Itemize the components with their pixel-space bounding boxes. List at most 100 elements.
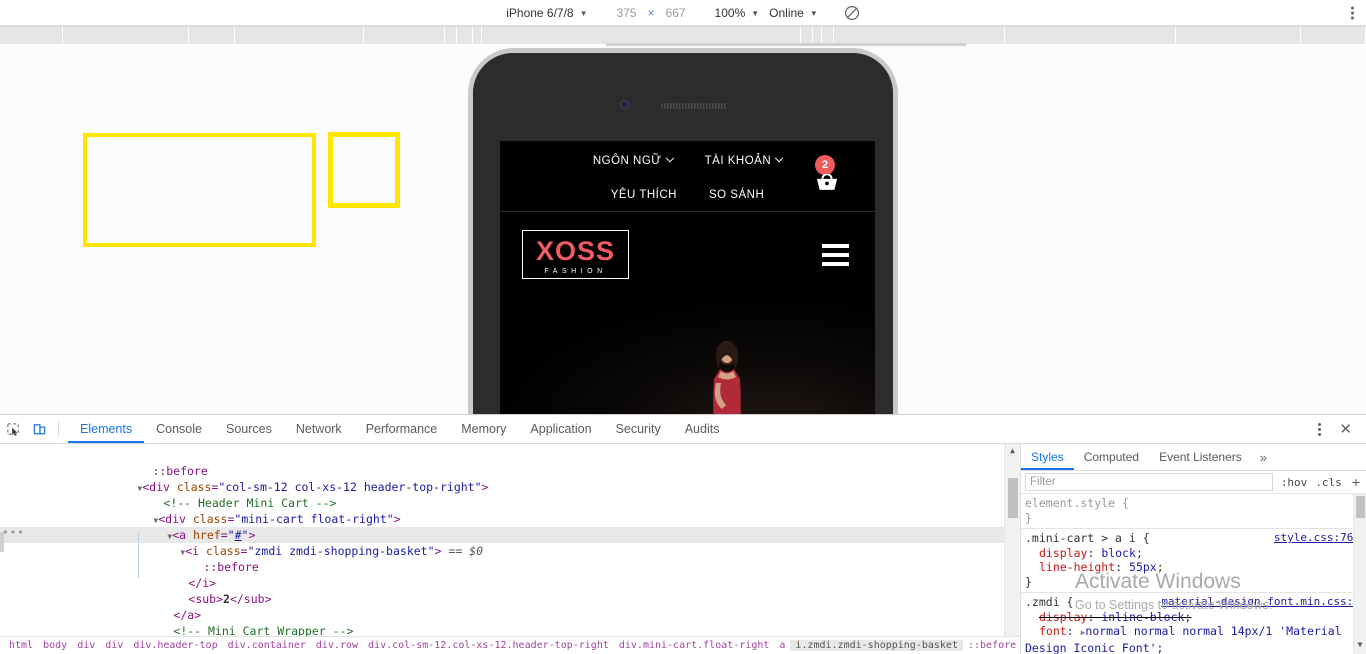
breadcrumb-item-container[interactable]: div.container bbox=[223, 640, 311, 651]
viewport-height-input[interactable]: 667 bbox=[659, 6, 693, 20]
hamburger-menu-icon[interactable] bbox=[818, 240, 853, 270]
tab-memory[interactable]: Memory bbox=[449, 415, 518, 443]
style-rule-element-style[interactable]: element.style { } bbox=[1021, 494, 1366, 529]
breadcrumb-item-div-1[interactable]: div bbox=[72, 640, 100, 651]
chevron-double-right-icon[interactable]: » bbox=[1252, 450, 1275, 465]
styles-rules-list[interactable]: element.style { } .mini-cart > a i { sty… bbox=[1021, 494, 1366, 654]
ruler-segment[interactable] bbox=[1175, 26, 1302, 44]
styles-scrollbar[interactable]: ▲ ▼ bbox=[1353, 494, 1366, 654]
tab-performance[interactable]: Performance bbox=[354, 415, 450, 443]
declaration[interactable]: font: ▶normal normal normal 14px/1 'Mate… bbox=[1025, 624, 1366, 654]
hero-banner bbox=[500, 301, 875, 414]
filter-input[interactable] bbox=[1025, 473, 1273, 491]
rule-source-link[interactable]: material-design.font.min.css:1 bbox=[1161, 595, 1360, 610]
tab-network[interactable]: Network bbox=[284, 415, 354, 443]
hov-toggle[interactable]: :hov bbox=[1281, 476, 1308, 489]
ruler-segment[interactable] bbox=[472, 26, 483, 44]
dom-row[interactable]: ::before bbox=[0, 447, 1020, 478]
breakpoint-ruler[interactable] bbox=[0, 26, 1366, 46]
tab-styles[interactable]: Styles bbox=[1021, 444, 1074, 470]
link-so-sanh[interactable]: SO SÁNH bbox=[709, 189, 764, 201]
ruler-segment[interactable] bbox=[62, 26, 190, 44]
tab-security[interactable]: Security bbox=[604, 415, 673, 443]
device-toolbar-menu-button[interactable] bbox=[1347, 2, 1358, 23]
tab-computed[interactable]: Computed bbox=[1074, 444, 1149, 470]
device-toolbar-icon[interactable] bbox=[26, 416, 52, 442]
toolbar-divider bbox=[58, 421, 59, 437]
declaration[interactable]: line-height: 55px; bbox=[1025, 560, 1366, 575]
declaration-disabled[interactable]: display: inline-block; bbox=[1025, 610, 1366, 625]
tab-elements[interactable]: Elements bbox=[68, 415, 144, 443]
breadcrumb-item-before[interactable]: ::before bbox=[963, 640, 1020, 651]
scrollbar-thumb[interactable] bbox=[1356, 496, 1365, 518]
bar-1 bbox=[822, 243, 849, 248]
ruler-segment[interactable] bbox=[1005, 26, 1176, 44]
scroll-up-icon[interactable]: ▲ bbox=[1010, 446, 1015, 455]
close-icon[interactable]: ✕ bbox=[1331, 418, 1360, 440]
dom-href-value[interactable]: # bbox=[235, 528, 242, 542]
dom-tree-pane[interactable]: ••• ::before ▼<div class="col-sm-12 col-… bbox=[0, 444, 1020, 654]
link-label: TÀI KHOẢN bbox=[704, 155, 772, 167]
device-name: iPhone 6/7/8 bbox=[506, 5, 574, 20]
style-rule-zmdi[interactable]: .zmdi { material-design.font.min.css:1 d… bbox=[1021, 593, 1366, 654]
mute-switch bbox=[468, 213, 472, 237]
ruler-segment[interactable] bbox=[444, 26, 458, 44]
declaration[interactable]: display: block; bbox=[1025, 546, 1366, 561]
link-yeu-thich[interactable]: YÊU THÍCH bbox=[611, 189, 677, 201]
ruler-segment[interactable] bbox=[800, 26, 814, 44]
ruler-segment[interactable] bbox=[1301, 26, 1366, 44]
link-tai-khoan[interactable]: TÀI KHOẢN bbox=[704, 153, 784, 167]
ruler-segment[interactable] bbox=[457, 26, 473, 44]
dot-2 bbox=[1351, 11, 1354, 14]
shopping-basket-icon bbox=[816, 174, 838, 190]
viewport-width-input[interactable]: 375 bbox=[610, 6, 644, 20]
logo-row: XOSS FASHION bbox=[500, 212, 875, 301]
inspect-element-icon[interactable] bbox=[0, 416, 26, 442]
new-style-rule-button[interactable]: + bbox=[1350, 474, 1362, 490]
scroll-down-icon[interactable]: ▼ bbox=[1358, 638, 1363, 653]
ruler-segment[interactable] bbox=[363, 26, 445, 44]
breadcrumb-item-mini-cart[interactable]: div.mini-cart.float-right bbox=[614, 640, 775, 651]
tab-sources[interactable]: Sources bbox=[214, 415, 284, 443]
ruler-segment[interactable] bbox=[235, 26, 364, 44]
throttling-selector[interactable]: Online ▼ bbox=[769, 6, 818, 20]
devtools-menu-button[interactable] bbox=[1312, 417, 1327, 442]
ruler-segment[interactable] bbox=[0, 26, 63, 44]
styles-tabbar: Styles Computed Event Listeners » bbox=[1021, 444, 1366, 471]
chevron-down-icon: ▼ bbox=[809, 9, 818, 18]
breadcrumb-item-a[interactable]: a bbox=[774, 640, 790, 651]
zoom-selector[interactable]: 100% ▼ bbox=[715, 6, 760, 20]
tab-console[interactable]: Console bbox=[144, 415, 214, 443]
ruler-segment[interactable] bbox=[821, 26, 834, 44]
rotate-icon[interactable] bbox=[844, 5, 860, 21]
ruler-segment[interactable] bbox=[813, 26, 822, 44]
breadcrumb-item-selected[interactable]: i.zmdi.zmdi-shopping-basket bbox=[790, 640, 963, 651]
mini-cart-button[interactable]: 2 bbox=[803, 155, 849, 211]
style-rule-mini-cart[interactable]: .mini-cart > a i { style.css:767 display… bbox=[1021, 529, 1366, 593]
breadcrumb-item-html[interactable]: html bbox=[4, 640, 38, 651]
volume-down-button bbox=[468, 309, 472, 353]
ruler-segment[interactable] bbox=[482, 26, 801, 44]
dot-1 bbox=[1351, 6, 1354, 9]
dom-attr-value: col-sm-12 col-xs-12 header-top-right bbox=[225, 480, 475, 494]
scrollbar-thumb[interactable] bbox=[1008, 478, 1018, 518]
breadcrumb-item-row[interactable]: div.row bbox=[311, 640, 363, 651]
dom-scrollbar[interactable]: ▲ ▼ bbox=[1004, 444, 1020, 654]
device-selector[interactable]: iPhone 6/7/8 ▼ bbox=[506, 6, 587, 20]
tab-event-listeners[interactable]: Event Listeners bbox=[1149, 444, 1252, 470]
chevron-down-icon: ▼ bbox=[579, 9, 588, 18]
breadcrumb-item-header-top[interactable]: div.header-top bbox=[128, 640, 222, 651]
tab-application[interactable]: Application bbox=[518, 415, 603, 443]
breadcrumb-item-body[interactable]: body bbox=[38, 640, 72, 651]
site-logo[interactable]: XOSS FASHION bbox=[522, 230, 630, 279]
cls-toggle[interactable]: .cls bbox=[1315, 476, 1342, 489]
ruler-segment[interactable] bbox=[189, 26, 236, 44]
ruler-segment[interactable] bbox=[833, 26, 1006, 44]
viewport-dimensions: 375 × 667 bbox=[610, 6, 693, 20]
breadcrumb-item-header-top-right[interactable]: div.col-sm-12.col-xs-12.header-top-right bbox=[363, 640, 614, 651]
tab-audits[interactable]: Audits bbox=[673, 415, 732, 443]
logo-text: XOSS bbox=[536, 236, 616, 266]
breadcrumb-item-div-2[interactable]: div bbox=[100, 640, 128, 651]
rule-source-link[interactable]: style.css:767 bbox=[1274, 531, 1360, 546]
link-ngon-ngu[interactable]: NGÔN NGỮ bbox=[593, 153, 674, 167]
